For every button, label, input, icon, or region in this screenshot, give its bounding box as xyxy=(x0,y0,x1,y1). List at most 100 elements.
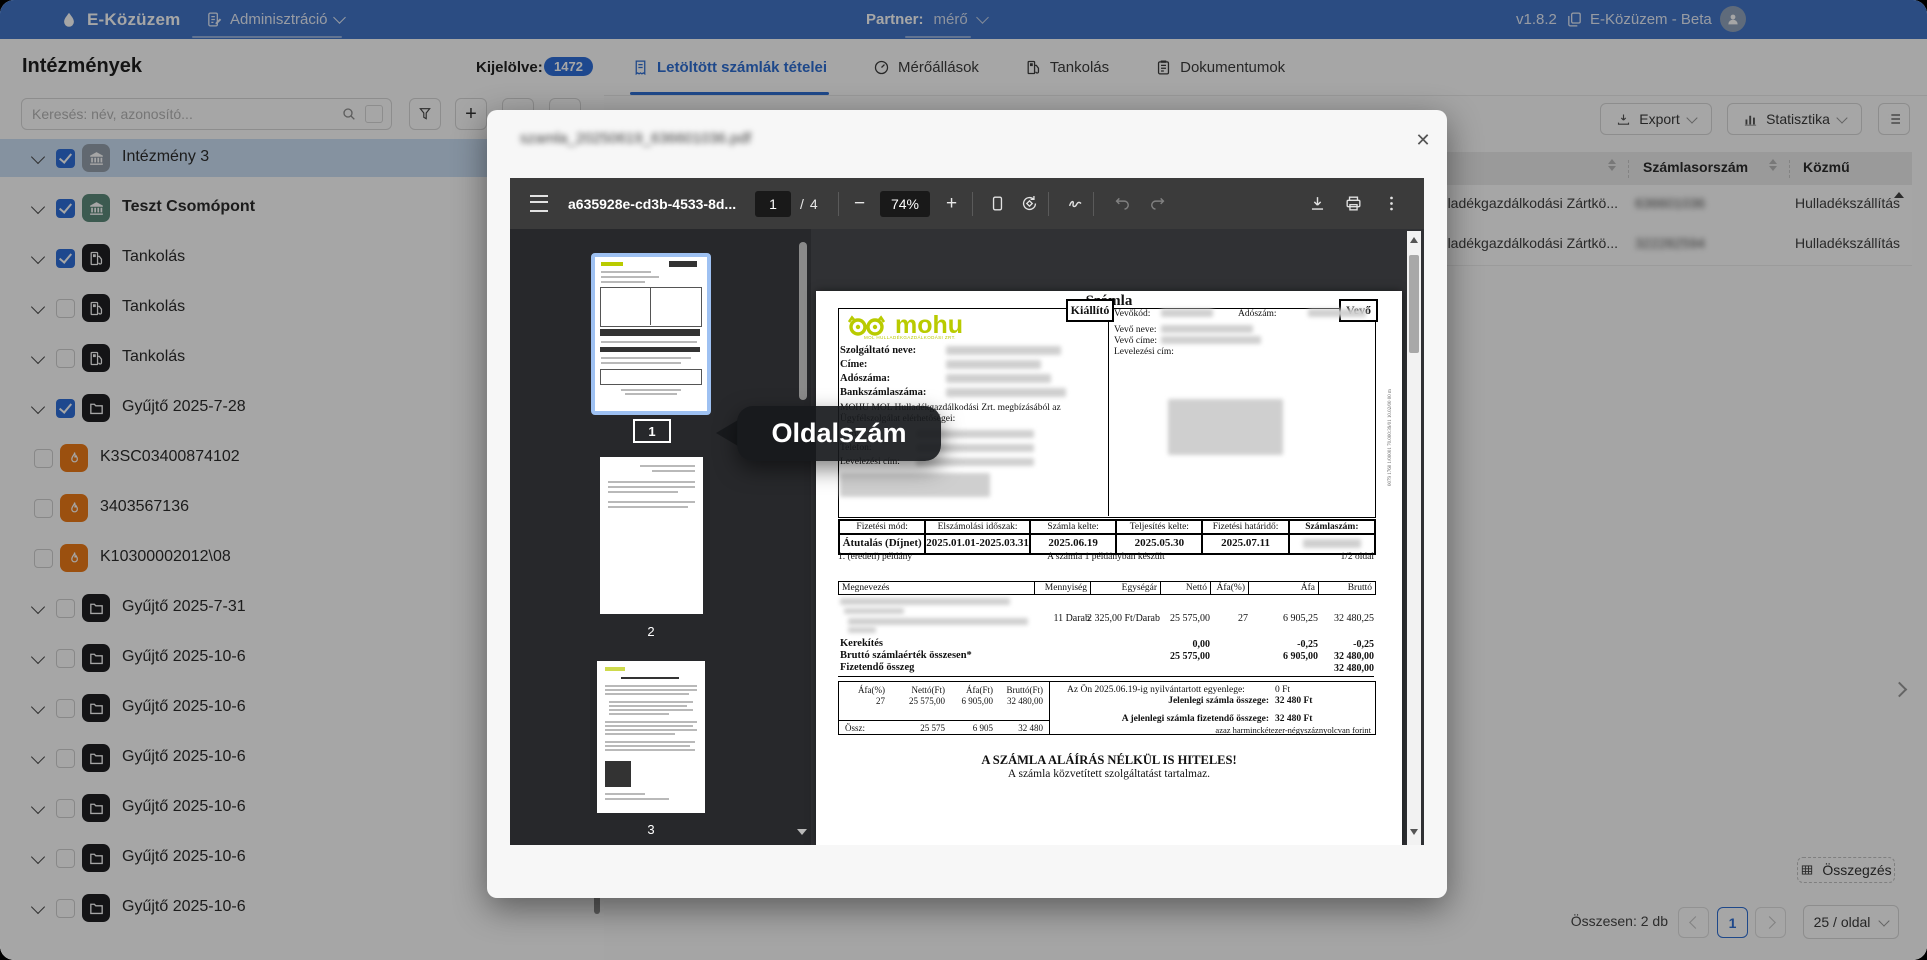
redacted-address-block xyxy=(1168,399,1283,455)
pdf-scroll-down-icon[interactable] xyxy=(1410,829,1418,835)
pay-header: Számlaszám: xyxy=(1289,520,1375,534)
thumbnail-scroll-down-icon[interactable] xyxy=(797,829,807,835)
issuer-label: Címe: xyxy=(840,359,867,370)
amount-in-words: azaz harminckétezer-négyszáznyolcvan for… xyxy=(1215,725,1371,735)
payable-line-label: A jelenlegi számla fizetendő összege: xyxy=(1069,714,1269,724)
gross-total-label: Bruttó számlaérték összesen* xyxy=(840,650,972,661)
pay-header: Fizetési mód: xyxy=(839,520,925,534)
pay-value-redacted xyxy=(1289,534,1375,554)
thumbnail-page-1[interactable] xyxy=(591,253,711,415)
download-button[interactable] xyxy=(1308,178,1327,229)
rotate-button[interactable] xyxy=(1020,178,1039,229)
thumbnail-page-3[interactable] xyxy=(597,661,705,813)
buyer-label: Vevő neve: xyxy=(1114,325,1156,335)
sidebar-toggle-button[interactable] xyxy=(530,178,548,229)
more-options-button[interactable] xyxy=(1382,178,1401,229)
printer-icon xyxy=(1344,194,1363,213)
item-header: Egységár xyxy=(1091,582,1161,594)
document-id: a635928e-cd3b-4533-8d... xyxy=(568,178,736,229)
item-unit-price: 2 325,00 Ft/Darab xyxy=(1087,613,1160,624)
app-window: E-Közüzem Adminisztráció Partner: mérő v… xyxy=(0,0,1927,960)
buyer-label: Levelezési cím: xyxy=(1114,347,1174,357)
issuer-label: Szolgáltató neve: xyxy=(840,345,916,356)
item-qty: 11 Darab xyxy=(1053,613,1090,624)
item-vat: 6 905,25 xyxy=(1283,613,1318,624)
issuer-label: Bankszámlaszáma: xyxy=(840,387,926,398)
copy-note-right: 1/2 oldal xyxy=(1314,552,1374,562)
download-icon xyxy=(1308,194,1327,213)
pay-header: Számla kelte: xyxy=(1030,520,1116,534)
thumbnail-scrollbar[interactable] xyxy=(799,242,807,400)
pdf-scrollbar-thumb[interactable] xyxy=(1409,255,1419,353)
annotate-button[interactable] xyxy=(1066,178,1085,229)
redo-button[interactable] xyxy=(1148,178,1167,229)
fit-page-button[interactable] xyxy=(988,178,1007,229)
page-count: 4 xyxy=(810,196,818,212)
mohu-subtitle: MOL HULLADÉKGAZDÁLKODÁSI ZRT. xyxy=(864,335,956,340)
zoom-in-button[interactable]: + xyxy=(946,178,957,229)
qr-code xyxy=(605,761,631,787)
print-button[interactable] xyxy=(1344,178,1363,229)
zoom-out-button[interactable]: − xyxy=(854,178,865,229)
issuer-label: Adószáma: xyxy=(840,373,890,384)
vat-summary: Áfa(%) Nettó(Ft) Áfa(Ft) Bruttó(Ft) 27 2… xyxy=(838,681,1376,735)
pay-value: 2025.06.19 xyxy=(1030,534,1116,554)
balance-value: 0 Ft xyxy=(1275,685,1290,695)
issuer-tag: Kiállító xyxy=(1066,299,1114,322)
fit-page-icon xyxy=(988,194,1007,213)
zoom-level[interactable]: 74% xyxy=(880,191,930,217)
thumbnail-page-number-1[interactable]: 1 xyxy=(633,419,671,443)
invoice-side-code: 0079 1760 1/00001 70.000:39/01 10.02/00 … xyxy=(1388,389,1393,486)
rounding-label: Kerekítés xyxy=(840,638,883,649)
page-separator: / xyxy=(800,196,804,212)
close-icon[interactable]: ✕ xyxy=(1407,124,1439,156)
kebab-menu-icon xyxy=(1382,194,1401,213)
payable-label: Fizetendő összeg xyxy=(840,662,914,673)
thumbnail-panel: 1 2 xyxy=(510,229,811,845)
rotate-icon xyxy=(1020,194,1039,213)
pay-header: Fizetési határidő: xyxy=(1202,520,1288,534)
copy-note-left: 1. (eredeti) példány xyxy=(838,552,912,562)
pay-header: Teljesítés kelte: xyxy=(1116,520,1202,534)
buyer-label: Vevő címe: xyxy=(1114,336,1157,346)
invoice-footer-1: A SZÁMLA ALÁÍRÁS NÉLKÜL IS HITELES! xyxy=(816,753,1402,768)
items-table-header: MegnevezésMennyiségEgységárNettóÁfa(%)Áf… xyxy=(838,581,1376,595)
item-net: 25 575,00 xyxy=(1170,613,1210,624)
hamburger-icon xyxy=(530,195,548,212)
item-gross: 32 480,25 xyxy=(1334,613,1374,624)
pdf-main-view: Számla Kiállító Vevő mohu MOL HULLADÉKGA… xyxy=(811,229,1424,845)
payment-table: Fizetési mód:Elszámolási időszak:Számla … xyxy=(838,519,1376,555)
item-header: Áfa(%) xyxy=(1211,582,1249,594)
buyer-label: Vevőkód: xyxy=(1114,309,1150,319)
pdf-modal: szamla_20250619_636601036.pdf ✕ a635928e… xyxy=(487,110,1447,898)
pdf-page: Számla Kiállító Vevő mohu MOL HULLADÉKGA… xyxy=(816,291,1402,845)
pdf-scroll-up-icon[interactable] xyxy=(1410,237,1418,243)
thumbnail-page-number-3[interactable]: 3 xyxy=(636,822,666,837)
pay-header: Elszámolási időszak: xyxy=(925,520,1030,534)
page-input[interactable]: 1 xyxy=(755,191,791,217)
item-header: Mennyiség xyxy=(1035,582,1091,594)
pdf-viewer: a635928e-cd3b-4533-8d... 1 / 4 − 74% + xyxy=(510,178,1424,845)
invoice-footer-2: A számla közvetített szolgáltatást tarta… xyxy=(816,768,1402,780)
item-header: Áfa xyxy=(1249,582,1319,594)
item-vat-pct: 27 xyxy=(1238,613,1248,624)
pay-value: 2025.07.11 xyxy=(1202,534,1288,554)
page-number-tooltip: Oldalszám xyxy=(737,406,941,461)
current-label: Jelenlegi számla összege: xyxy=(1099,696,1269,706)
modal-title: szamla_20250619_636601036.pdf xyxy=(520,130,751,147)
item-header: Bruttó xyxy=(1319,582,1375,594)
item-header: Megnevezés xyxy=(839,582,1035,594)
pdf-toolbar: a635928e-cd3b-4533-8d... 1 / 4 − 74% + xyxy=(510,178,1424,229)
undo-icon xyxy=(1113,194,1132,213)
pay-value: Átutalás (Díjnet) xyxy=(839,534,925,554)
thumbnail-page-number-2[interactable]: 2 xyxy=(636,624,666,639)
thumbnail-page-2[interactable] xyxy=(600,457,703,614)
pay-value: 2025.05.30 xyxy=(1116,534,1202,554)
current-value: 32 480 Ft xyxy=(1275,696,1312,706)
pay-value: 2025.01.01-2025.03.31 xyxy=(925,534,1030,554)
undo-button[interactable] xyxy=(1113,178,1132,229)
copy-note-center: A számla 1 példányban készült xyxy=(976,552,1236,562)
owl-icon xyxy=(845,315,889,337)
payable-line-value: 32 480 Ft xyxy=(1275,714,1312,724)
item-header: Nettó xyxy=(1161,582,1211,594)
